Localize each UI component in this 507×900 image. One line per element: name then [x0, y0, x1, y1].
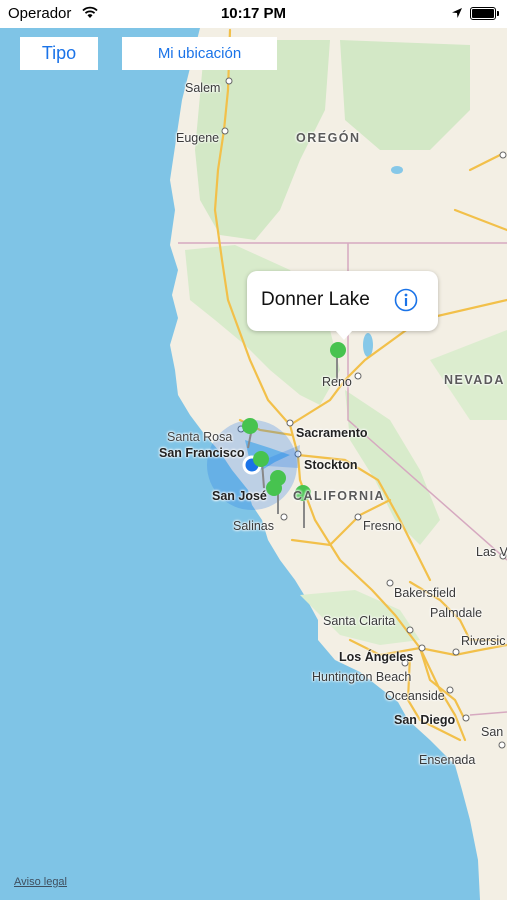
city-label-stockton: Stockton — [304, 458, 358, 472]
battery-icon — [470, 7, 499, 20]
pin-sf — [253, 451, 269, 467]
info-circle-icon[interactable] — [394, 288, 418, 312]
city-label-sacramento: Sacramento — [296, 426, 368, 440]
city-label-oceanside: Oceanside — [385, 689, 445, 703]
my-location-button[interactable]: Mi ubicación — [122, 37, 277, 70]
pin-santa-rosa — [242, 418, 258, 434]
city-label-san-partial: San — [481, 725, 504, 739]
city-label-riverside: Riversic — [461, 634, 506, 648]
city-label-salem: Salem — [185, 81, 221, 95]
city-label-ensenada: Ensenada — [419, 753, 476, 767]
callout-tail — [335, 330, 353, 340]
map-type-button[interactable]: Tipo — [20, 37, 98, 70]
state-label-nevada: NEVADA — [444, 373, 505, 387]
state-label-oregon: OREGÓN — [296, 131, 361, 145]
clock: 10:17 PM — [220, 5, 287, 22]
pin-sanjose-2 — [266, 480, 282, 496]
lake — [363, 333, 373, 357]
location-arrow-icon — [452, 8, 462, 18]
city-label-salinas: Salinas — [233, 519, 274, 533]
state-label-california: CALIFORNIA — [293, 489, 386, 503]
lake — [391, 166, 403, 174]
city-label-fresno: Fresno — [363, 519, 402, 533]
city-label-huntington-beach: Huntington Beach — [312, 670, 412, 684]
city-label-san-francisco: San Francisco — [159, 446, 245, 460]
status-bar: Operador 10:17 PM — [0, 0, 507, 28]
city-label-santa-rosa: Santa Rosa — [167, 430, 233, 444]
city-label-santa-clarita: Santa Clarita — [323, 614, 396, 628]
annotation-callout[interactable]: Donner Lake — [247, 271, 438, 331]
city-label-eugene: Eugene — [176, 131, 220, 145]
legal-link[interactable]: Aviso legal — [14, 876, 67, 888]
city-label-san-diego: San Diego — [394, 713, 456, 727]
pin-donner-lake — [330, 342, 346, 358]
city-label-palmdale: Palmdale — [430, 606, 483, 620]
city-label-las-vegas: Las Ve — [476, 545, 507, 559]
callout-title: Donner Lake — [261, 289, 370, 310]
city-label-san-jose: San José — [212, 489, 267, 503]
city-label-reno: Reno — [322, 375, 352, 389]
city-label-los-angeles: Los Ángeles — [339, 650, 414, 664]
city-label-bakersfield: Bakersfield — [394, 586, 456, 600]
